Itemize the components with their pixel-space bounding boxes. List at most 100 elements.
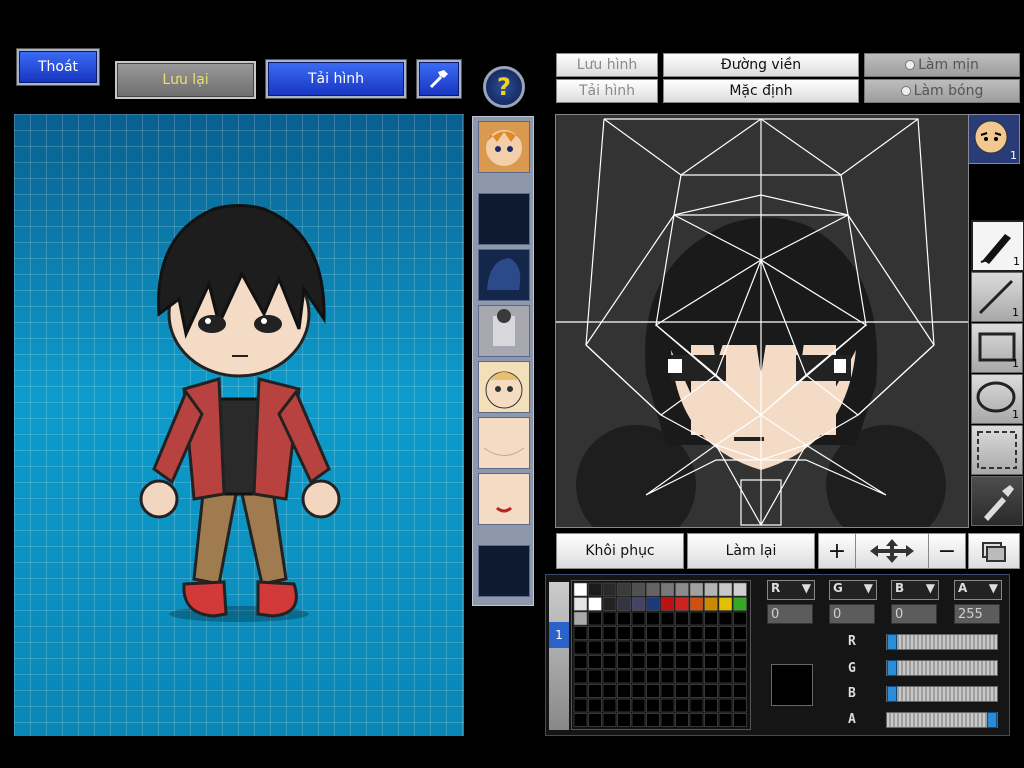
palette-swatch[interactable] [573,597,588,611]
palette-swatch[interactable] [573,655,588,669]
palette-swatch[interactable] [588,640,602,655]
palette-swatch[interactable] [718,713,733,727]
green-slider[interactable] [886,660,998,676]
palette-swatch[interactable] [704,669,718,684]
palette-swatch[interactable] [602,684,617,698]
palette-swatch[interactable] [660,582,675,597]
part-face-thumbnail[interactable] [478,121,530,173]
blue-slider-knob[interactable] [887,686,897,702]
palette-swatch[interactable] [689,640,704,655]
palette-swatch[interactable] [602,597,617,611]
alpha-slider[interactable] [886,712,998,728]
green-slider-knob[interactable] [887,660,897,676]
part-face-shape-thumbnail[interactable] [478,361,530,413]
palette-swatch[interactable] [588,669,602,684]
palette-swatch[interactable] [660,684,675,698]
save-button[interactable]: Lưu lại [115,61,256,99]
smooth-option[interactable]: Làm mịn [864,53,1020,77]
palette-swatch[interactable] [718,669,733,684]
palette-swatch[interactable] [733,611,747,626]
palette-swatch[interactable] [675,655,689,669]
ellipse-tool[interactable]: 1 [971,374,1023,424]
palette-swatch[interactable] [660,597,675,611]
palette-swatch[interactable] [573,626,588,640]
load-image-small-button[interactable]: Tải hình [556,79,658,103]
palette-swatch[interactable] [689,669,704,684]
palette-swatch[interactable] [718,684,733,698]
palette-swatch[interactable] [573,582,588,597]
palette-swatch[interactable] [704,611,718,626]
palette-swatch[interactable] [704,582,718,597]
palette-swatch[interactable] [617,626,631,640]
palette-swatch[interactable] [573,713,588,727]
palette-swatch[interactable] [631,655,646,669]
palette-swatch[interactable] [631,640,646,655]
palette-swatch[interactable] [588,713,602,727]
palette-swatch[interactable] [733,597,747,611]
palette-swatch[interactable] [617,582,631,597]
palette-swatch[interactable] [660,626,675,640]
blue-slider[interactable] [886,686,998,702]
palette-swatch[interactable] [718,582,733,597]
part-skin-thumbnail[interactable] [478,417,530,469]
pen-tool[interactable]: 1 [971,220,1024,272]
blue-channel-select[interactable]: B ▼ [891,580,939,600]
palette-swatch[interactable] [617,684,631,698]
red-value-field[interactable]: 0 [767,604,813,624]
palette-swatch[interactable] [718,611,733,626]
palette-swatch[interactable] [704,640,718,655]
palette-swatch[interactable] [675,640,689,655]
palette-swatch[interactable] [660,655,675,669]
palette-swatch[interactable] [704,698,718,713]
palette-swatch[interactable] [704,655,718,669]
restore-button[interactable]: Khôi phục [556,533,684,569]
palette-swatch[interactable] [733,655,747,669]
outline-button[interactable]: Đường viền [663,53,859,77]
select-tool[interactable] [971,425,1023,475]
eyedropper-tool[interactable] [971,476,1023,526]
red-slider-knob[interactable] [887,634,897,650]
exit-button[interactable]: Thoát [17,49,99,85]
palette-swatch[interactable] [588,597,602,611]
palette-swatch[interactable] [733,626,747,640]
palette-swatch[interactable] [689,626,704,640]
blue-value-field[interactable]: 0 [891,604,937,624]
face-preset-tool[interactable]: 1 [968,114,1020,164]
palette-swatch[interactable] [689,713,704,727]
palette-swatch[interactable] [602,582,617,597]
palette-swatch[interactable] [631,626,646,640]
palette-swatch[interactable] [646,597,660,611]
palette-swatch[interactable] [646,713,660,727]
alpha-slider-knob[interactable] [987,712,997,728]
palette-swatch[interactable] [733,669,747,684]
palette-swatch[interactable] [631,611,646,626]
help-button[interactable]: ? [483,66,525,108]
palette-swatch[interactable] [660,698,675,713]
palette-swatch[interactable] [631,597,646,611]
palette-swatch[interactable] [631,713,646,727]
shade-option[interactable]: Làm bóng [864,79,1020,103]
palette-swatch[interactable] [631,582,646,597]
palette-swatch[interactable] [646,640,660,655]
palette-swatch[interactable] [646,611,660,626]
palette-swatch[interactable] [617,611,631,626]
palette-swatch[interactable] [689,597,704,611]
palette-swatch[interactable] [689,582,704,597]
palette-swatch[interactable] [588,698,602,713]
palette-swatch[interactable] [631,698,646,713]
palette-swatch[interactable] [689,655,704,669]
zoom-in-button[interactable]: + [818,533,856,569]
zoom-out-button[interactable]: − [928,533,966,569]
palette-swatch[interactable] [602,669,617,684]
palette-swatch[interactable] [588,582,602,597]
palette-grid[interactable] [571,580,751,730]
palette-swatch[interactable] [588,611,602,626]
palette-swatch[interactable] [631,669,646,684]
save-image-button[interactable]: Lưu hình [556,53,658,77]
palette-swatch[interactable] [718,626,733,640]
palette-swatch[interactable] [646,655,660,669]
palette-swatch[interactable] [718,597,733,611]
part-hair-thumbnail[interactable] [478,249,530,301]
palette-swatch[interactable] [704,713,718,727]
palette-swatch[interactable] [675,684,689,698]
